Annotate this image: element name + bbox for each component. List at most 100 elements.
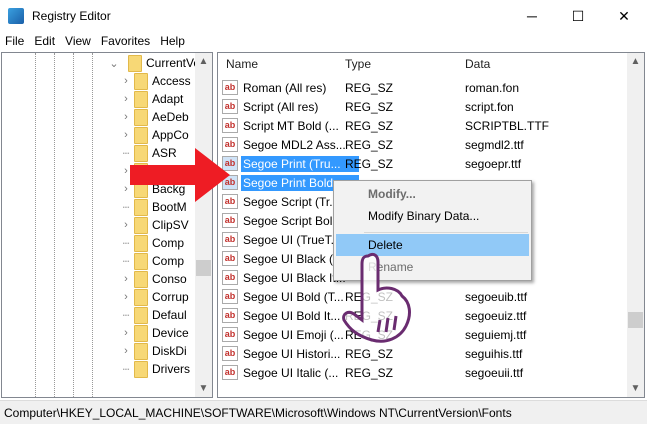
table-row[interactable]: ab Roman (All res) REG_SZ roman.fon	[222, 78, 622, 97]
value-type: REG_SZ	[345, 137, 394, 152]
folder-icon	[128, 54, 142, 72]
scroll-down-icon[interactable]: ▼	[195, 380, 212, 397]
tree-item[interactable]: ┈ Drivers	[120, 360, 190, 378]
menu-favorites[interactable]: Favorites	[96, 32, 155, 50]
folder-icon	[134, 234, 148, 252]
table-row[interactable]: ab Script (All res) REG_SZ script.fon	[222, 97, 622, 116]
tree-item[interactable]: › Corrup	[120, 288, 189, 306]
table-row[interactable]: abSegoe UI Bold (T...REG_SZsegoeuib.ttf	[222, 287, 622, 306]
string-value-icon: ab	[222, 270, 238, 285]
status-bar: Computer\HKEY_LOCAL_MACHINE\SOFTWARE\Mic…	[0, 400, 647, 424]
red-arrow-icon	[130, 148, 230, 202]
string-value-icon: ab	[222, 289, 238, 304]
tree-connector: ┈	[122, 237, 130, 250]
chevron-right-icon[interactable]: ›	[120, 111, 132, 123]
tree-item[interactable]: › AeDeb	[120, 108, 189, 126]
column-type[interactable]: Type	[345, 57, 371, 71]
chevron-down-icon[interactable]: ⌄	[108, 57, 120, 70]
tree-item[interactable]: › DiskDi	[120, 342, 187, 360]
menu-separator	[364, 232, 528, 233]
table-row[interactable]: ab Segoe Print (Tru... REG_SZ segoepr.ttf	[222, 154, 622, 173]
chevron-right-icon[interactable]: ›	[120, 93, 132, 105]
value-type: REG_SZ	[345, 118, 394, 133]
table-row[interactable]: abSegoe UI Bold It...REG_SZsegoeuiz.ttf	[222, 306, 622, 325]
folder-icon	[134, 126, 148, 144]
minimize-button[interactable]: ─	[509, 0, 555, 32]
tree-item[interactable]: › Device	[120, 324, 189, 342]
menu-edit[interactable]: Edit	[29, 32, 60, 50]
folder-icon	[134, 360, 148, 378]
folder-icon	[134, 342, 148, 360]
tree-item-currentversion[interactable]: ⌄ CurrentVe	[108, 54, 200, 72]
string-value-icon: ab	[222, 346, 238, 361]
values-scrollbar[interactable]: ▲ ▼	[627, 53, 644, 397]
string-value-icon: ab	[222, 99, 238, 114]
column-name[interactable]: Name	[226, 57, 258, 71]
value-data: seguiemj.ttf	[465, 327, 527, 342]
string-value-icon: ab	[222, 80, 238, 95]
value-data: segoeuiz.ttf	[465, 308, 527, 323]
registry-editor-icon	[8, 8, 24, 24]
chevron-right-icon[interactable]: ›	[120, 327, 132, 339]
string-value-icon: ab	[222, 308, 238, 323]
chevron-right-icon[interactable]: ›	[120, 273, 132, 285]
value-data: seguihis.ttf	[465, 346, 523, 361]
value-type: REG_SZ	[345, 156, 394, 171]
folder-icon	[134, 324, 148, 342]
value-data: script.fon	[465, 99, 514, 114]
scroll-up-icon[interactable]: ▲	[627, 53, 644, 70]
folder-icon	[134, 90, 148, 108]
folder-icon	[134, 252, 148, 270]
value-type: REG_SZ	[345, 80, 394, 95]
scroll-down-icon[interactable]: ▼	[627, 380, 644, 397]
value-name: Segoe MDL2 Ass...	[243, 137, 346, 152]
scroll-up-icon[interactable]: ▲	[195, 53, 212, 70]
scroll-thumb[interactable]	[628, 312, 643, 328]
table-row[interactable]: ab Segoe MDL2 Ass... REG_SZ segmdl2.ttf	[222, 135, 622, 154]
value-data: segmdl2.ttf	[465, 137, 524, 152]
value-name: Roman (All res)	[243, 80, 327, 95]
tree-item[interactable]: › Adapt	[120, 90, 183, 108]
value-data: roman.fon	[465, 80, 520, 95]
chevron-right-icon[interactable]: ›	[120, 129, 132, 141]
tree-scrollbar[interactable]: ▲ ▼	[195, 53, 212, 397]
tree-pane[interactable]: ⌄ CurrentVe › Access › Adapt › AeDeb › AppCo ┈ AS…	[1, 52, 213, 398]
tree-item[interactable]: › AppCo	[120, 126, 189, 144]
tree-item[interactable]: ┈ Comp	[120, 234, 184, 252]
table-row[interactable]: abSegoe UI Emoji (...REG_SZseguiemj.ttf	[222, 325, 622, 344]
tree-item[interactable]: › Access	[120, 72, 191, 90]
tree-item[interactable]: › Conso	[120, 270, 187, 288]
tree-item[interactable]: ┈ Comp	[120, 252, 184, 270]
folder-icon	[134, 108, 148, 126]
maximize-button[interactable]: ☐	[555, 0, 601, 32]
tree-item[interactable]: ┈ Defaul	[120, 306, 187, 324]
tree-item[interactable]: › ClipSV	[120, 216, 189, 234]
table-row[interactable]: ab Script MT Bold (... REG_SZ SCRIPTBL.TTF	[222, 116, 622, 135]
table-row[interactable]: ab Segoe UI Histori... REG_SZ seguihis.ttf	[222, 344, 622, 363]
menu-help[interactable]: Help	[155, 32, 190, 50]
folder-icon	[134, 270, 148, 288]
menu-modify-binary[interactable]: Modify Binary Data...	[336, 205, 529, 227]
string-value-icon: ab	[222, 251, 238, 266]
scroll-thumb[interactable]	[196, 260, 211, 276]
value-data: segoepr.ttf	[465, 156, 522, 171]
menu-view[interactable]: View	[60, 32, 96, 50]
title-bar: Registry Editor ─ ☐ ✕	[0, 0, 647, 32]
menu-file[interactable]: File	[0, 32, 29, 50]
value-data: segoeuib.ttf	[465, 289, 528, 304]
string-value-icon: ab	[222, 118, 238, 133]
table-row[interactable]: ab Segoe UI Italic (... REG_SZ segoeuii.ttf	[222, 363, 622, 382]
chevron-right-icon[interactable]: ›	[120, 75, 132, 87]
chevron-right-icon[interactable]: ›	[120, 219, 132, 231]
tree-connector: ┈	[122, 255, 130, 268]
column-data[interactable]: Data	[465, 57, 490, 71]
value-name: Script (All res)	[243, 99, 319, 114]
list-header: Name Type Data	[218, 53, 628, 75]
close-button[interactable]: ✕	[601, 0, 647, 32]
chevron-right-icon[interactable]: ›	[120, 291, 132, 303]
folder-icon	[134, 288, 148, 306]
value-type: REG_SZ	[345, 365, 394, 380]
chevron-right-icon[interactable]: ›	[120, 345, 132, 357]
string-value-icon: ab	[222, 327, 238, 342]
menu-modify[interactable]: Modify...	[336, 183, 529, 205]
